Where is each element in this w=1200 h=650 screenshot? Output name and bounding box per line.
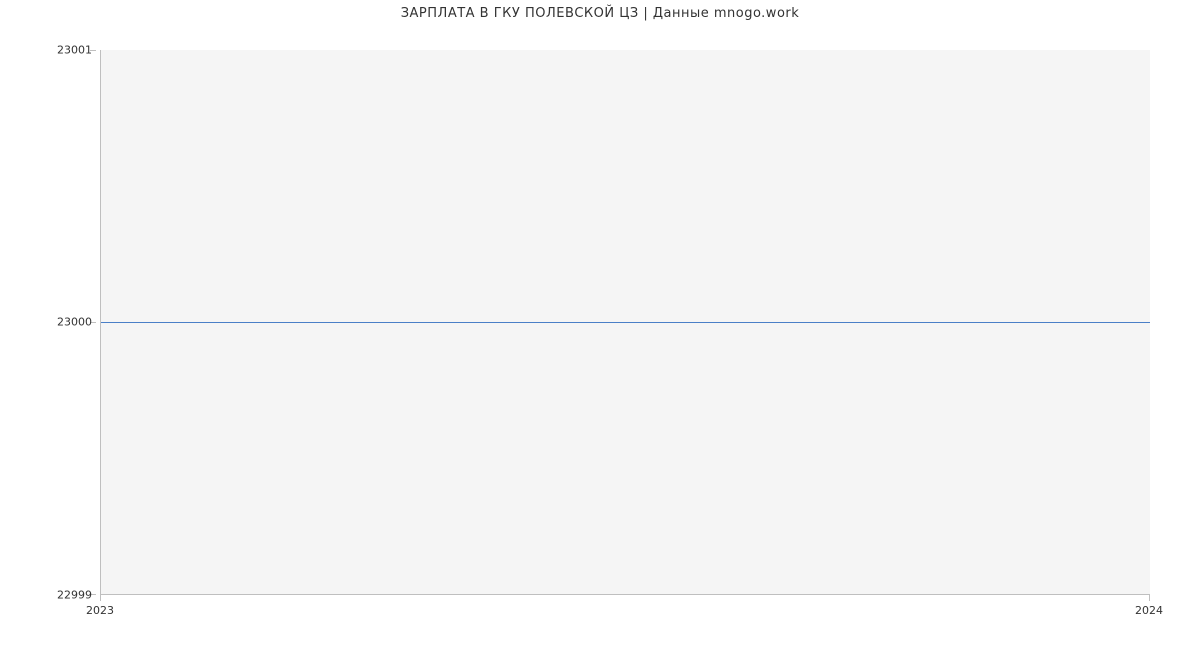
y-axis-label: 23001 [57,44,92,57]
x-tick [1149,595,1150,601]
data-line [101,322,1150,323]
x-axis-label: 2023 [86,604,114,617]
y-axis-label: 23000 [57,316,92,329]
x-tick [100,595,101,601]
x-axis-label: 2024 [1135,604,1163,617]
y-axis-label: 22999 [57,589,92,602]
chart-container: ЗАРПЛАТА В ГКУ ПОЛЕВСКОЙ ЦЗ | Данные mno… [0,0,1200,650]
plot-area [100,50,1150,595]
chart-title: ЗАРПЛАТА В ГКУ ПОЛЕВСКОЙ ЦЗ | Данные mno… [0,6,1200,21]
